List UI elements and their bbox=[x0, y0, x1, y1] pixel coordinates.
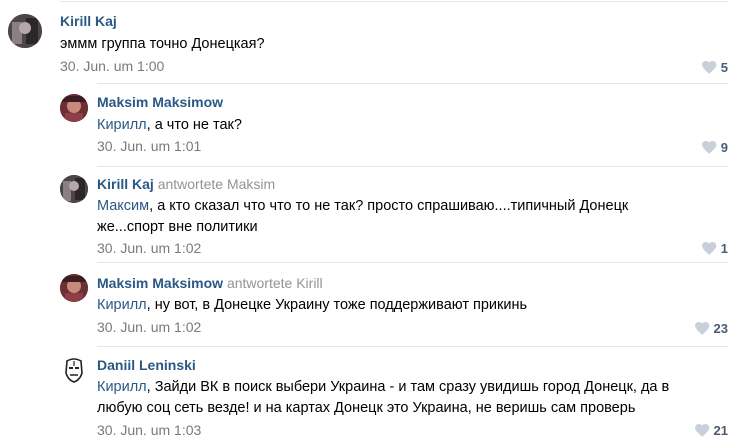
author-name[interactable]: Kirill Kaj bbox=[60, 13, 117, 29]
mention-link[interactable]: Максим bbox=[97, 198, 149, 214]
avatar[interactable] bbox=[60, 356, 88, 384]
author-name[interactable]: Maksim Maksimow bbox=[97, 94, 223, 110]
like-count: 5 bbox=[720, 59, 728, 75]
like-count: 23 bbox=[713, 320, 728, 336]
comment-thread: Kirill Kaj эммм группа точно Донецкая? 3… bbox=[0, 0, 750, 448]
comment-body: , ну вот, в Донецке Украину тоже поддерж… bbox=[146, 297, 528, 313]
separator bbox=[97, 83, 728, 84]
avatar[interactable] bbox=[60, 274, 88, 302]
mention-link[interactable]: Кирилл bbox=[97, 117, 147, 133]
avatar[interactable] bbox=[60, 175, 88, 203]
avatar-image bbox=[60, 356, 88, 384]
like-button[interactable]: 9 bbox=[701, 138, 728, 156]
comment-body: , а что не так? bbox=[146, 117, 242, 133]
comment-body: эммм группа точно Донецкая? bbox=[60, 36, 265, 52]
like-count: 21 bbox=[713, 422, 728, 438]
comment-header: Maksim Maksimow antwortete Kirill bbox=[97, 274, 323, 292]
heart-icon bbox=[694, 321, 709, 335]
author-name[interactable]: Maksim Maksimow bbox=[97, 275, 223, 291]
comment-text: Кирилл, Зайди ВК в поиск выбери Украина … bbox=[97, 377, 697, 419]
avatar[interactable] bbox=[8, 14, 42, 48]
comment-body: , Зайди ВК в поиск выбери Украина - и та… bbox=[97, 379, 670, 416]
comment-date[interactable]: 30. Jun. um 1:02 bbox=[97, 318, 201, 336]
comment-header: Daniil Leninski bbox=[97, 356, 196, 374]
like-button[interactable]: 21 bbox=[694, 421, 728, 439]
replied-to[interactable]: antwortete Maksim bbox=[158, 176, 275, 192]
comment-item: Maksim Maksimow Кирилл, а что не так? 30… bbox=[0, 82, 750, 166]
comment-text: Максим, а кто сказал что что то не так? … bbox=[97, 196, 687, 238]
mention-link[interactable]: Кирилл bbox=[97, 297, 147, 313]
comment-text: эммм группа точно Донецкая? bbox=[60, 34, 680, 55]
comment-body: , а кто сказал что что то не так? просто… bbox=[97, 198, 629, 235]
comment-header: Maksim Maksimow bbox=[97, 93, 223, 111]
like-count: 1 bbox=[720, 240, 728, 256]
comment-date[interactable]: 30. Jun. um 1:02 bbox=[97, 239, 201, 257]
comment-text: Кирилл, ну вот, в Донецке Украину тоже п… bbox=[97, 295, 697, 316]
avatar-image bbox=[60, 274, 88, 302]
mention-link[interactable]: Кирилл bbox=[97, 379, 147, 395]
separator bbox=[60, 1, 728, 2]
comment-item: Kirill Kaj antwortete Maksim Максим, а к… bbox=[0, 166, 750, 262]
separator bbox=[97, 262, 728, 263]
comment-item: Kirill Kaj эммм группа точно Донецкая? 3… bbox=[0, 0, 750, 82]
author-name[interactable]: Kirill Kaj bbox=[97, 176, 154, 192]
replied-to[interactable]: antwortete Kirill bbox=[227, 275, 323, 291]
like-button[interactable]: 5 bbox=[701, 58, 728, 76]
comment-header: Kirill Kaj antwortete Maksim bbox=[97, 175, 275, 193]
heart-icon bbox=[701, 140, 717, 154]
comment-date[interactable]: 30. Jun. um 1:00 bbox=[60, 57, 164, 75]
author-name[interactable]: Daniil Leninski bbox=[97, 357, 196, 373]
comment-text: Кирилл, а что не так? bbox=[97, 115, 697, 136]
comment-item: Daniil Leninski Кирилл, Зайди ВК в поиск… bbox=[0, 346, 750, 448]
comment-date[interactable]: 30. Jun. um 1:03 bbox=[97, 421, 201, 439]
comment-date[interactable]: 30. Jun. um 1:01 bbox=[97, 137, 201, 155]
separator bbox=[97, 166, 728, 167]
separator bbox=[97, 346, 728, 347]
like-button[interactable]: 1 bbox=[701, 239, 728, 257]
avatar-image bbox=[8, 14, 42, 48]
avatar-image bbox=[60, 175, 88, 203]
comment-item: Maksim Maksimow antwortete Kirill Кирилл… bbox=[0, 262, 750, 346]
avatar[interactable] bbox=[60, 94, 88, 122]
like-count: 9 bbox=[720, 139, 728, 155]
heart-icon bbox=[701, 60, 717, 74]
comment-header: Kirill Kaj bbox=[60, 12, 117, 30]
like-button[interactable]: 23 bbox=[694, 319, 728, 337]
avatar-image bbox=[60, 94, 88, 122]
heart-icon bbox=[694, 423, 709, 437]
heart-icon bbox=[701, 241, 717, 255]
